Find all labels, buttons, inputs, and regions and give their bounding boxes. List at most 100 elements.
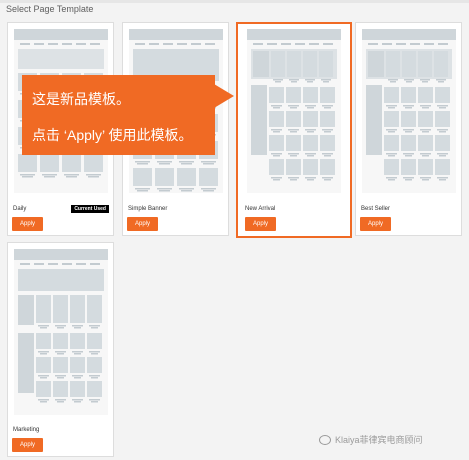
wire-caption: [388, 131, 395, 133]
wire-caption: [291, 81, 297, 83]
wire-nav: [48, 43, 58, 45]
watermark-text: Klaiya菲律宾电商顾问: [335, 435, 423, 445]
wire-caption: [38, 351, 49, 353]
wire-nav: [20, 263, 30, 265]
wire-banner: [18, 49, 104, 69]
wire-caption: [321, 79, 331, 81]
wire-caption: [74, 353, 81, 355]
wire-nav: [424, 43, 434, 45]
wire-product: [287, 51, 301, 77]
wire-caption: [91, 353, 98, 355]
wire-product: [87, 381, 102, 397]
wire-caption: [420, 79, 430, 81]
wire-caption: [386, 177, 397, 179]
wire-product: [402, 51, 416, 77]
wire-product: [320, 111, 335, 127]
wire-product: [53, 381, 68, 397]
wire-nav: [396, 43, 406, 45]
wire-product: [435, 135, 450, 151]
wire-nav: [34, 263, 44, 265]
wire-caption: [38, 375, 49, 377]
wire-product: [155, 168, 174, 186]
template-card-marketing[interactable]: Marketing Apply: [7, 242, 114, 457]
wire-caption: [437, 153, 448, 155]
wire-caption: [322, 129, 333, 131]
wire-product: [320, 135, 335, 151]
wire-nav: [309, 43, 319, 45]
wire-caption: [386, 153, 397, 155]
template-selector-page: Select Page Template Daily Current Used …: [0, 0, 469, 460]
wire-nav: [205, 43, 215, 45]
wire-nav: [48, 263, 58, 265]
wire-nav: [76, 263, 86, 265]
wire-product: [269, 135, 284, 151]
wire-nav: [34, 43, 44, 45]
wire-side-block: [18, 295, 34, 325]
wire-product: [84, 154, 103, 172]
wire-caption: [74, 377, 81, 379]
wire-product: [418, 51, 432, 77]
wire-product: [269, 111, 284, 127]
wire-caption: [420, 177, 431, 179]
wire-product: [269, 159, 284, 175]
wire-caption: [57, 377, 64, 379]
wire-product: [36, 357, 51, 373]
wire-caption: [420, 129, 431, 131]
wire-caption: [290, 107, 297, 109]
apply-button-simple-banner[interactable]: Apply: [127, 217, 158, 231]
layout-preview: [14, 249, 108, 403]
apply-button-new-arrival[interactable]: Apply: [245, 217, 276, 231]
wire-caption: [273, 155, 280, 157]
wire-product: [271, 51, 285, 77]
wire-caption: [40, 327, 47, 329]
callout-line-2: 点击 ‘Apply’ 使用此模板。: [32, 127, 193, 143]
wire-caption: [74, 401, 81, 403]
apply-button-best-seller[interactable]: Apply: [360, 217, 391, 231]
wire-caption: [135, 188, 150, 190]
wire-caption: [405, 107, 412, 109]
wire-caption: [324, 131, 331, 133]
template-card-new-arrival[interactable]: New Arrival Apply: [236, 22, 352, 238]
wire-caption: [44, 176, 55, 178]
wire-caption: [324, 107, 331, 109]
wire-product: [53, 357, 68, 373]
wire-nav: [62, 43, 72, 45]
wire-caption: [20, 174, 35, 176]
wire-product: [133, 168, 152, 186]
template-card-best-seller[interactable]: Best Seller Apply: [355, 22, 462, 236]
wire-product: [319, 51, 333, 77]
wire-caption: [288, 177, 299, 179]
wire-nav: [295, 43, 305, 45]
wire-caption: [305, 105, 316, 107]
wire-product: [384, 87, 399, 103]
wire-nav: [368, 43, 378, 45]
wire-caption: [91, 377, 98, 379]
apply-button-marketing[interactable]: Apply: [12, 438, 43, 452]
wire-product: [418, 135, 433, 151]
wire-product: [435, 159, 450, 175]
wire-caption: [436, 79, 446, 81]
wire-caption: [390, 81, 396, 83]
wire-caption: [40, 353, 47, 355]
wire-caption: [438, 81, 444, 83]
template-name: Daily: [13, 206, 27, 212]
wire-caption: [420, 105, 431, 107]
apply-button-daily[interactable]: Apply: [12, 217, 43, 231]
wire-caption: [40, 401, 47, 403]
wire-caption: [307, 107, 314, 109]
wire-caption: [64, 174, 79, 176]
wire-product: [177, 168, 196, 186]
wire-caption: [203, 190, 214, 192]
wire-caption: [388, 107, 395, 109]
wire-banner: [18, 269, 104, 291]
template-name: Marketing: [13, 427, 40, 433]
wire-caption: [271, 153, 282, 155]
wire-nav: [382, 43, 392, 45]
wire-nav: [191, 43, 201, 45]
wire-caption: [89, 351, 100, 353]
wire-caption: [422, 179, 429, 181]
wire-nav: [438, 43, 448, 45]
wire-header: [14, 249, 108, 260]
wire-product: [384, 135, 399, 151]
wire-caption: [388, 155, 395, 157]
